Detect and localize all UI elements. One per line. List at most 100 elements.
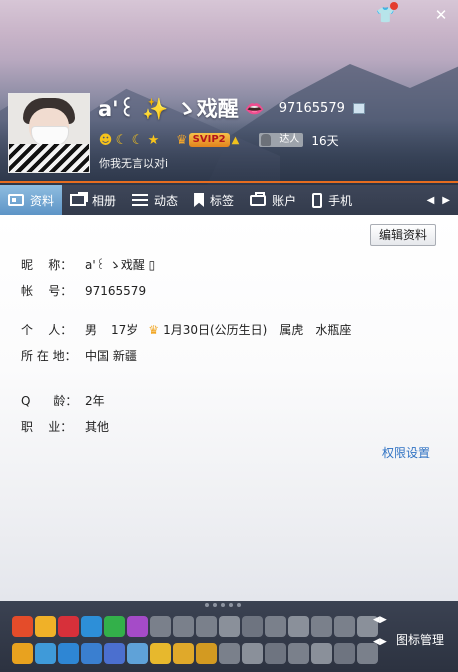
field-label: Q 龄： xyxy=(21,394,78,408)
field-account: 帐 号： 97165579 xyxy=(21,282,146,299)
blue-diamond-icon[interactable] xyxy=(81,616,102,637)
tab-profile[interactable]: 资料 xyxy=(0,185,63,215)
profile-header: 👕 ✕ a'꒰ ✨ ゝ戏醒 👄 97165579 ☻ ☾ ☾ ★ ♛ SVIP2… xyxy=(0,0,458,185)
field-label: 昵 称： xyxy=(21,258,73,272)
qzone-icon[interactable] xyxy=(35,643,56,664)
chevron-right-icon[interactable]: ◀▶ xyxy=(373,637,387,647)
crown-icon: ♛ xyxy=(148,322,160,337)
wallet-service-icon[interactable] xyxy=(173,643,194,664)
close-icon[interactable]: ✕ xyxy=(432,6,450,24)
gender: 男 xyxy=(85,323,98,337)
green-diamond-icon[interactable] xyxy=(104,616,125,637)
field-label: 所 在 地： xyxy=(21,349,77,363)
accent-divider xyxy=(0,181,458,183)
tab-label: 账户 xyxy=(272,193,297,208)
gray-service-icon[interactable] xyxy=(265,643,286,664)
talent-badge[interactable]: 达人 16天 xyxy=(259,132,339,149)
chevron-left-icon[interactable]: ◀▶ xyxy=(373,615,387,625)
gray-service-icon[interactable] xyxy=(150,616,171,637)
svip-badge[interactable]: ♛ SVIP2 ▲ xyxy=(176,133,239,148)
gray-service-icon[interactable] xyxy=(219,643,240,664)
nickname-row: a'꒰ ✨ ゝ戏醒 👄 97165579 xyxy=(98,94,365,122)
constellation: 水瓶座 xyxy=(315,323,352,337)
phone-icon xyxy=(312,192,323,208)
tab-album[interactable]: 相册 xyxy=(62,185,124,215)
tab-label: 手机 xyxy=(328,193,353,208)
profile-content: 编辑资料 昵 称： a'꒰ ゝ戏醒 ▯ 帐 号： 97165579 个 人： 男… xyxy=(0,215,458,601)
field-location: 所 在 地： 中国 新疆 xyxy=(21,347,137,364)
zodiac: 属虎 xyxy=(279,323,304,337)
music-icon[interactable] xyxy=(58,643,79,664)
field-value: a'꒰ ゝ戏醒 ▯ xyxy=(85,258,156,272)
gray-service-icon[interactable] xyxy=(334,616,355,637)
yellow-diamond-icon[interactable] xyxy=(150,643,171,664)
lips-icon: 👄 xyxy=(244,98,265,118)
field-nickname: 昵 称： a'꒰ ゝ戏醒 ▯ xyxy=(21,256,155,273)
pet-icon[interactable] xyxy=(104,643,125,664)
gray-service-icon[interactable] xyxy=(265,616,286,637)
gray-service-icon[interactable] xyxy=(311,616,332,637)
moon-level-icon[interactable]: ☾ xyxy=(130,133,145,148)
chevron-right-icon[interactable]: ▶ xyxy=(442,195,450,206)
gray-service-icon[interactable] xyxy=(311,643,332,664)
penguin-icon[interactable] xyxy=(12,616,33,637)
talent-days: 16天 xyxy=(311,133,339,148)
age: 17岁 xyxy=(111,323,139,337)
field-job: 职 业： 其他 xyxy=(21,418,109,435)
bar-grip xyxy=(205,603,247,607)
gray-service-icon[interactable] xyxy=(288,616,309,637)
field-value: 男 17岁 ♛ 1月30日(公历生日) 属虎 水瓶座 xyxy=(85,321,351,338)
signature[interactable]: 你我无言以对i xyxy=(99,155,168,171)
tab-feed[interactable]: 动态 xyxy=(124,185,186,215)
wallet-icon xyxy=(250,191,267,206)
game-icon[interactable] xyxy=(81,643,102,664)
star-icon[interactable] xyxy=(12,643,33,664)
field-value: 中国 新疆 xyxy=(85,349,137,363)
gray-service-icon[interactable] xyxy=(219,616,240,637)
tab-label: 相册 xyxy=(92,193,117,208)
gray-service-icon[interactable] xyxy=(334,643,355,664)
star-level-icon[interactable]: ★ xyxy=(146,133,161,148)
talent-label: 达人 xyxy=(259,133,304,147)
mail-icon[interactable] xyxy=(127,643,148,664)
album-icon xyxy=(70,192,89,206)
icon-manage-button[interactable]: 图标管理 xyxy=(396,631,444,648)
tab-tags[interactable]: 标签 xyxy=(186,185,242,215)
tab-phone[interactable]: 手机 xyxy=(304,185,360,215)
field-value: 97165579 xyxy=(85,283,147,298)
svip-label: SVIP2 xyxy=(188,133,230,147)
gray-service-icon[interactable] xyxy=(242,616,263,637)
field-personal: 个 人： 男 17岁 ♛ 1月30日(公历生日) 属虎 水瓶座 xyxy=(21,321,351,338)
crown-icon[interactable] xyxy=(35,616,56,637)
field-qage: Q 龄： 2年 xyxy=(21,392,105,409)
upgrade-arrow-icon: ▲ xyxy=(231,134,240,146)
tab-bar: 资料 相册 动态 标签 账户 手机 ◀ ▶ xyxy=(0,185,458,215)
field-value: 其他 xyxy=(85,420,110,434)
tab-scroll-arrows: ◀ ▶ xyxy=(427,195,458,206)
avatar[interactable] xyxy=(8,93,90,173)
tab-account[interactable]: 账户 xyxy=(242,185,304,215)
edit-profile-button[interactable]: 编辑资料 xyxy=(369,224,436,246)
field-label: 职 业： xyxy=(21,420,73,434)
gray-service-icon[interactable] xyxy=(196,616,217,637)
moon-level-icon[interactable]: ☾ xyxy=(114,133,129,148)
permission-settings-link[interactable]: 权限设置 xyxy=(382,444,430,461)
account-card-icon[interactable] xyxy=(352,102,365,114)
gift-icon[interactable] xyxy=(196,643,217,664)
status-row: ☻ ☾ ☾ ★ ♛ SVIP2 ▲ 达人 16天 xyxy=(98,131,339,149)
heart-diamond-icon[interactable] xyxy=(58,616,79,637)
icon-bar-arrows: ◀▶ ◀▶ xyxy=(373,615,387,647)
notification-dot xyxy=(390,2,398,10)
tab-label: 标签 xyxy=(210,193,235,208)
account-number: 97165579 xyxy=(278,100,345,116)
field-label: 帐 号： xyxy=(21,284,73,298)
chevron-left-icon[interactable]: ◀ xyxy=(427,195,435,206)
gray-service-icon[interactable] xyxy=(173,616,194,637)
gray-service-icon[interactable] xyxy=(288,643,309,664)
purple-diamond-icon[interactable] xyxy=(127,616,148,637)
birthday: 1月30日(公历生日) xyxy=(163,323,268,337)
sun-level-icon[interactable]: ☻ xyxy=(98,133,113,148)
profile-card-icon xyxy=(8,194,24,206)
penguin-crown-icon: ♛ xyxy=(176,132,188,148)
gray-service-icon[interactable] xyxy=(242,643,263,664)
